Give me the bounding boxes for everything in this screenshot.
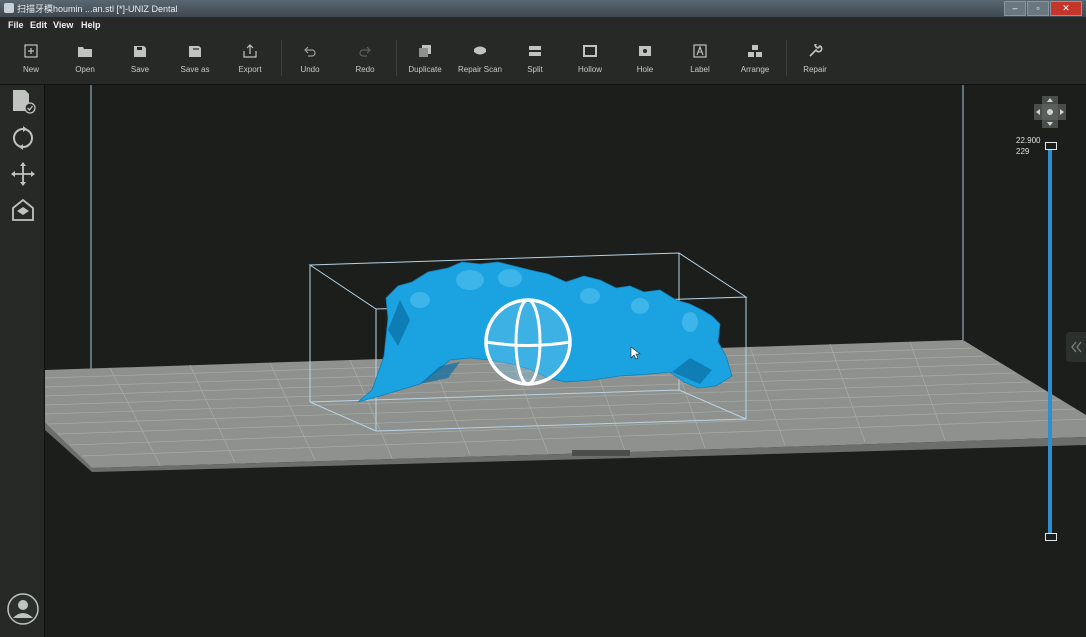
split-button[interactable]: Split	[509, 40, 561, 80]
left-sidebar	[0, 85, 45, 637]
save-as-button[interactable]: Save as	[169, 40, 221, 80]
repair-scan-label: Repair Scan	[457, 65, 503, 74]
3d-viewport[interactable]	[45, 85, 1086, 637]
scene	[45, 85, 1086, 472]
arrange-button[interactable]: Arrange	[729, 40, 781, 80]
arrange-label: Arrange	[740, 65, 770, 74]
document-check-icon[interactable]	[10, 88, 36, 114]
user-avatar-icon[interactable]	[7, 593, 39, 625]
toolbar-separator	[786, 40, 787, 76]
layer-height-value: 22.900	[1016, 136, 1041, 145]
view-navigation-icon[interactable]	[1034, 96, 1066, 128]
save-as-icon	[189, 46, 201, 57]
window-controls: – ▫ ✕	[1004, 1, 1082, 16]
menu-edit[interactable]: Edit	[30, 20, 47, 30]
export-button[interactable]: Export	[224, 40, 276, 80]
toolbar-separator	[396, 40, 397, 76]
hole-label: Hole	[636, 65, 654, 74]
repair-button[interactable]: Repair	[789, 40, 841, 80]
hole-icon	[639, 46, 651, 56]
right-panel-toggle[interactable]	[1066, 332, 1086, 362]
toolbar-separator	[281, 40, 282, 76]
save-as-label: Save as	[180, 65, 210, 74]
label-label: Label	[690, 65, 710, 74]
menu-help[interactable]: Help	[81, 20, 101, 30]
split-icon	[529, 46, 541, 56]
label-button[interactable]: Label	[674, 40, 726, 80]
folder-open-icon	[78, 47, 92, 57]
arrange-icon	[748, 45, 762, 57]
hollow-label: Hollow	[577, 65, 602, 74]
layer-slider-top-handle[interactable]	[1045, 142, 1057, 150]
label-icon	[693, 44, 707, 58]
hollow-button[interactable]: Hollow	[564, 40, 616, 80]
toolbar: New Open Save Save as Export Undo Redo D…	[0, 34, 1086, 85]
hole-button[interactable]: Hole	[619, 40, 671, 80]
window-title: 扫描牙模houmin ...an.stl [*]-UNIZ Dental	[17, 4, 178, 14]
undo-button[interactable]: Undo	[284, 40, 336, 80]
menu-bar: File Edit View Help	[0, 17, 1086, 34]
title-bar: 扫描牙模houmin ...an.stl [*]-UNIZ Dental – ▫…	[0, 0, 1086, 17]
restore-button[interactable]: ▫	[1027, 1, 1049, 16]
undo-label: Undo	[300, 65, 320, 74]
move-icon[interactable]	[10, 161, 36, 187]
close-button[interactable]: ✕	[1050, 1, 1082, 16]
menu-file[interactable]: File	[8, 20, 24, 30]
export-icon	[243, 44, 257, 58]
new-button[interactable]: New	[5, 40, 57, 80]
minimize-button[interactable]: –	[1004, 1, 1026, 16]
layer-slider-track[interactable]	[1048, 145, 1052, 537]
home-view-icon[interactable]	[10, 197, 36, 223]
app-icon	[4, 3, 14, 13]
rotation-gizmo[interactable]	[484, 298, 572, 386]
wrench-icon	[809, 44, 823, 57]
layer-number-value: 229	[1016, 147, 1030, 156]
duplicate-icon	[419, 45, 431, 57]
new-icon	[24, 44, 38, 58]
front-label-plate	[572, 450, 630, 456]
double-chevron-left-icon	[1071, 341, 1082, 353]
menu-view[interactable]: View	[53, 20, 73, 30]
rotate-icon[interactable]	[10, 125, 36, 151]
repair-label: Repair	[803, 65, 827, 74]
repair-scan-button[interactable]: Repair Scan	[454, 40, 506, 80]
hollow-icon	[583, 45, 597, 57]
duplicate-label: Duplicate	[408, 65, 442, 74]
repair-scan-icon	[474, 46, 486, 55]
save-icon	[134, 46, 146, 57]
open-button[interactable]: Open	[59, 40, 111, 80]
save-button[interactable]: Save	[114, 40, 166, 80]
redo-icon	[359, 46, 371, 57]
redo-label: Redo	[355, 65, 375, 74]
duplicate-button[interactable]: Duplicate	[399, 40, 451, 80]
redo-button[interactable]: Redo	[339, 40, 391, 80]
layer-slider-bottom-handle[interactable]	[1045, 533, 1057, 541]
open-label: Open	[75, 65, 95, 74]
split-label: Split	[527, 65, 543, 74]
save-label: Save	[130, 65, 150, 74]
new-label: New	[22, 65, 39, 74]
export-label: Export	[238, 65, 262, 74]
undo-icon	[304, 46, 316, 57]
